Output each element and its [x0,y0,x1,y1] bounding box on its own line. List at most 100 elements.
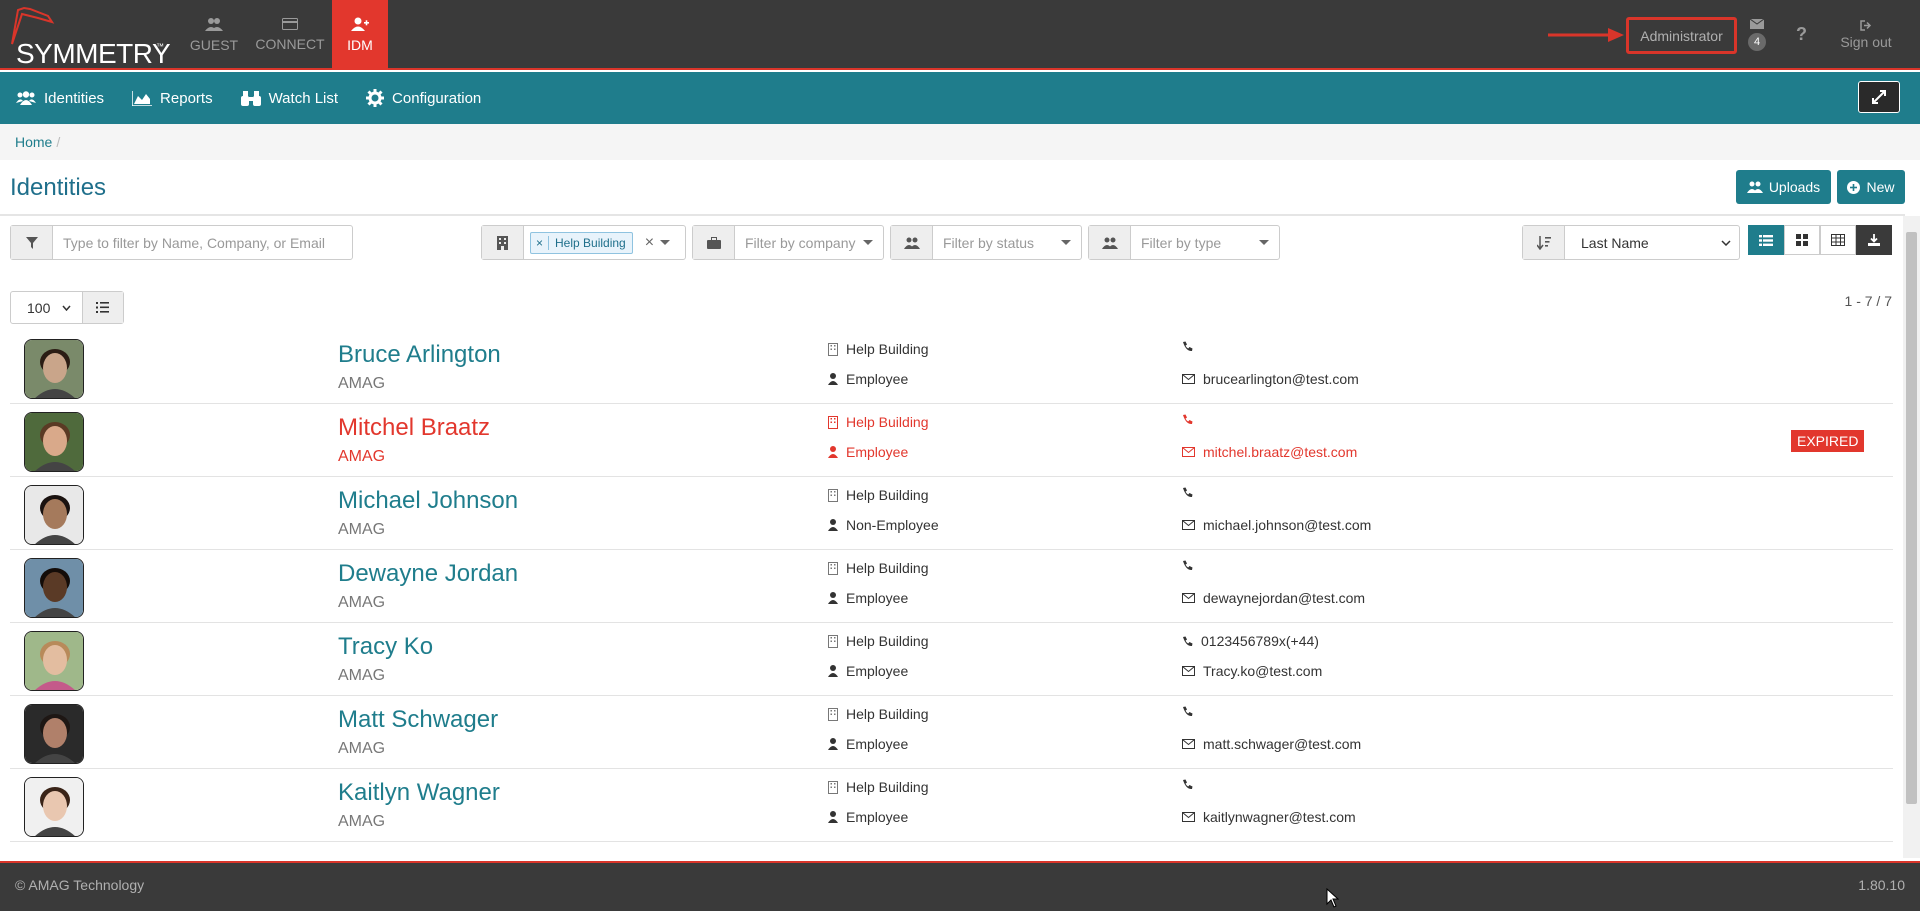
envelope-icon [1749,18,1765,29]
search-filter[interactable]: Type to filter by Name, Company, or Emai… [10,225,353,260]
company-filter[interactable]: Filter by company [692,225,884,260]
chevron-down-icon[interactable] [660,240,671,245]
page-size-select[interactable]: 100 [10,291,124,324]
company-filter-input[interactable]: Filter by company [735,235,863,251]
identity-email[interactable]: kaitlynwagner@test.com [1182,809,1356,825]
messages-button[interactable]: 4 [1748,16,1766,51]
chevron-down-icon[interactable] [863,240,873,245]
funnel-icon [25,236,38,249]
version: 1.80.10 [1858,877,1905,893]
nav-reports[interactable]: Reports [132,90,213,107]
app-connect-label: CONNECT [255,36,325,52]
app-idm[interactable]: IDM [332,0,388,70]
new-button[interactable]: New [1837,170,1905,204]
fullscreen-button[interactable] [1858,81,1900,113]
identity-building: Help Building [828,633,929,649]
avatar[interactable] [24,558,84,618]
identity-company: AMAG [338,594,386,611]
app-connect[interactable]: CONNECT [255,0,325,70]
app-guest[interactable]: GUEST [180,0,248,70]
chevron-down-icon[interactable] [1259,240,1269,245]
avatar[interactable] [24,631,84,691]
avatar-photo [25,632,83,690]
table-row[interactable]: Mitchel Braatz AMAG Help Building Employ… [10,404,1893,477]
sort-select[interactable]: Last Name [1522,225,1740,260]
nav-watch-list[interactable]: Watch List [240,89,339,107]
breadcrumb-home[interactable]: Home [15,134,52,150]
grid-view-button[interactable] [1784,225,1820,255]
table-row[interactable]: Kaitlyn Wagner AMAG Help Building Employ… [10,769,1893,842]
avatar[interactable] [24,412,84,472]
building-icon [497,235,508,250]
identity-name[interactable]: Matt Schwager [338,706,498,734]
nav-configuration[interactable]: Configuration [366,89,481,107]
status-filter[interactable]: Filter by status [890,225,1082,260]
list-options-button[interactable] [81,292,123,323]
avatar-photo [25,486,83,544]
identity-type: Employee [828,444,908,460]
uploads-label: Uploads [1768,179,1821,195]
table-row[interactable]: Bruce Arlington AMAG Help Building Emplo… [10,331,1893,404]
identity-type: Employee [828,736,908,752]
table-row[interactable]: Michael Johnson AMAG Help Building Non-E… [10,477,1893,550]
identity-name[interactable]: Kaitlyn Wagner [338,779,500,807]
symmetry-logo[interactable]: SYMMETRY ™ [6,6,171,69]
chevron-down-icon[interactable] [1061,240,1071,245]
sign-out-button[interactable]: Sign out [1836,18,1896,50]
clear-building-icon[interactable]: × [645,234,654,252]
table-row[interactable]: Tracy Ko AMAG Help Building Employee 012… [10,623,1893,696]
help-button[interactable]: ? [1796,24,1807,45]
avatar[interactable] [24,704,84,764]
avatar[interactable] [24,485,84,545]
scrollbar-thumb[interactable] [1906,232,1917,804]
avatar[interactable] [24,339,84,399]
uploads-button[interactable]: Uploads [1736,170,1831,204]
building-filter-tag[interactable]: × Help Building [530,231,633,254]
avatar-photo [25,340,83,398]
identity-email[interactable]: dewaynejordan@test.com [1182,590,1365,606]
type-filter[interactable]: Filter by type [1088,225,1280,260]
identity-email[interactable]: Tracy.ko@test.com [1182,663,1322,679]
nav-reports-label: Reports [160,89,213,107]
sort-icon [1536,235,1551,250]
nav-identities[interactable]: Identities [16,90,104,107]
identity-email[interactable]: matt.schwager@test.com [1182,736,1361,752]
table-row[interactable]: Matt Schwager AMAG Help Building Employe… [10,696,1893,769]
table-row[interactable]: Dewayne Jordan AMAG Help Building Employ… [10,550,1893,623]
identity-email-label: dewaynejordan@test.com [1203,590,1366,606]
avatar-photo [25,559,83,617]
list-view-button[interactable] [1748,225,1784,255]
phone-icon [1183,636,1193,646]
top-bar: SYMMETRY ™ GUEST CONNECT IDM Administrat… [0,0,1920,70]
identity-email[interactable]: michael.johnson@test.com [1182,517,1371,533]
identity-email[interactable]: brucearlington@test.com [1182,371,1359,387]
identity-email[interactable]: mitchel.braatz@test.com [1182,444,1357,460]
building-filter[interactable]: × Help Building × [481,225,686,260]
identity-name[interactable]: Dewayne Jordan [338,560,518,588]
avatar[interactable] [24,777,84,837]
app-nav: GUEST CONNECT IDM [180,0,396,70]
result-count: 1 - 7 / 7 [1844,293,1892,309]
identity-type: Non-Employee [828,517,939,533]
grid-icon [1796,234,1808,246]
table-view-button[interactable] [1820,225,1856,255]
status-filter-addon [891,226,933,259]
search-input[interactable]: Type to filter by Name, Company, or Emai… [53,235,352,251]
building-icon [828,561,838,575]
nav-watch-list-label: Watch List [268,89,339,107]
identity-name[interactable]: Michael Johnson [338,487,518,515]
identity-name[interactable]: Bruce Arlington [338,341,501,369]
identity-phone [1182,706,1201,717]
identity-name[interactable]: Mitchel Braatz [338,414,490,442]
status-filter-input[interactable]: Filter by status [933,235,1061,251]
identity-building-label: Help Building [846,414,929,430]
phone-icon [1183,341,1193,352]
identity-company: AMAG [338,667,386,684]
identity-name[interactable]: Tracy Ko [338,633,433,661]
user-icon [828,811,838,823]
export-button[interactable] [1856,225,1892,255]
identity-company: AMAG [338,813,386,830]
remove-tag-icon[interactable]: × [531,235,550,250]
user-menu-button[interactable]: Administrator [1626,17,1737,54]
type-filter-input[interactable]: Filter by type [1131,235,1259,251]
